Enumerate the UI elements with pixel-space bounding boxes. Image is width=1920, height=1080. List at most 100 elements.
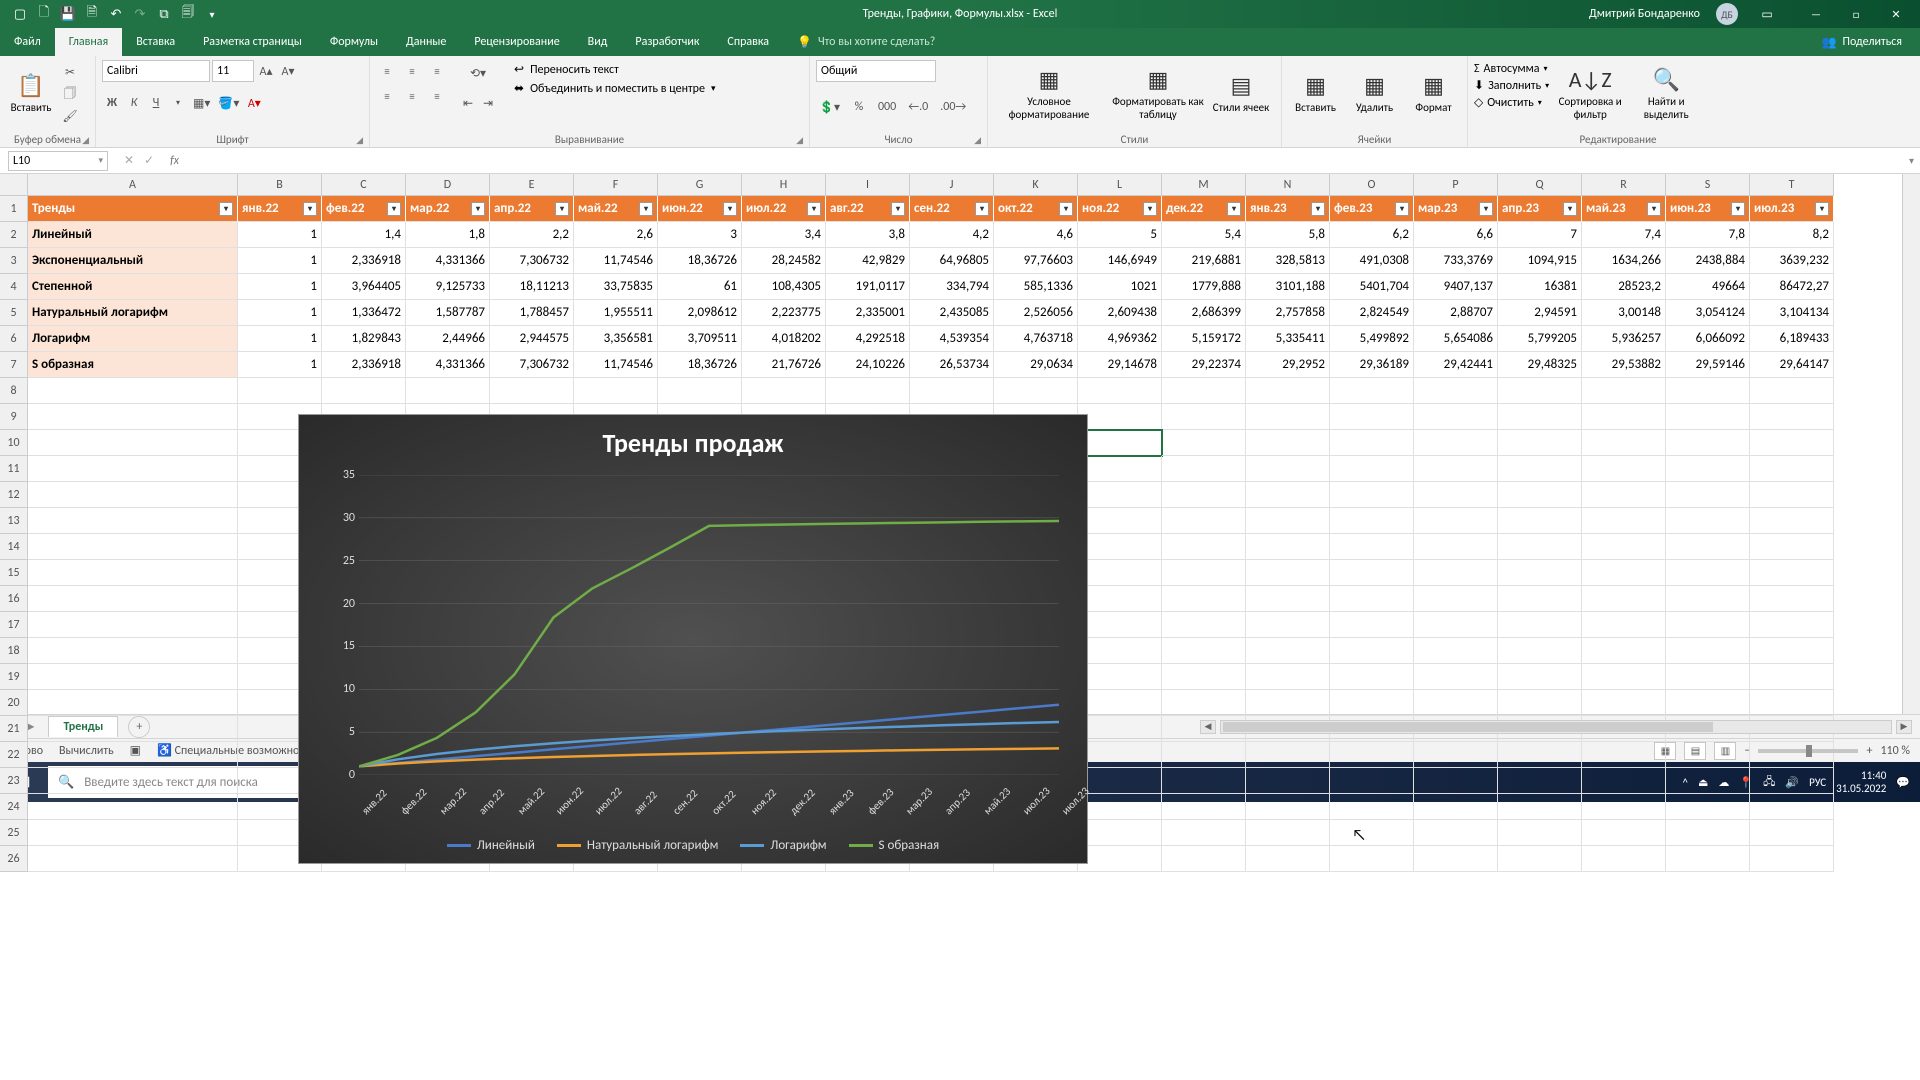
filter-dropdown-icon[interactable]: ▾ (471, 202, 485, 216)
filter-dropdown-icon[interactable]: ▾ (1227, 202, 1241, 216)
cell-A12[interactable] (28, 482, 238, 508)
cell-S20[interactable] (1666, 690, 1750, 716)
cell-F7[interactable]: 11,74546 (574, 352, 658, 378)
cell-J5[interactable]: 2,435085 (910, 300, 994, 326)
cell-C2[interactable]: 1,4 (322, 222, 406, 248)
row-header-8[interactable]: 8 (0, 378, 28, 404)
cell-E2[interactable]: 2,2 (490, 222, 574, 248)
cell-I4[interactable]: 191,0117 (826, 274, 910, 300)
filter-dropdown-icon[interactable]: ▾ (1647, 202, 1661, 216)
cell-S7[interactable]: 29,59146 (1666, 352, 1750, 378)
worksheet-grid[interactable]: ABCDEFGHIJKLMNOPQRST 1234567891011121314… (0, 174, 1920, 714)
format-painter-icon[interactable]: 🖌 (60, 106, 80, 126)
tab-layout[interactable]: Разметка страницы (189, 28, 316, 56)
cell-R5[interactable]: 3,00148 (1582, 300, 1666, 326)
cell-Q15[interactable] (1498, 560, 1582, 586)
cell-M23[interactable] (1162, 768, 1246, 794)
cell-R9[interactable] (1582, 404, 1666, 430)
cell-D2[interactable]: 1,8 (406, 222, 490, 248)
tab-data[interactable]: Данные (392, 28, 460, 56)
col-header-L[interactable]: L (1078, 174, 1162, 196)
cell-R7[interactable]: 29,53882 (1582, 352, 1666, 378)
cell-N19[interactable] (1246, 664, 1330, 690)
tab-developer[interactable]: Разработчик (621, 28, 713, 56)
cell-T17[interactable] (1750, 612, 1834, 638)
col-header-M[interactable]: M (1162, 174, 1246, 196)
increase-font-icon[interactable]: A▴ (256, 60, 276, 82)
cell-P24[interactable] (1414, 794, 1498, 820)
cell-F1[interactable]: май.22▾ (574, 196, 658, 222)
col-header-Q[interactable]: Q (1498, 174, 1582, 196)
cell-D5[interactable]: 1,587787 (406, 300, 490, 326)
cell-T8[interactable] (1750, 378, 1834, 404)
row-header-11[interactable]: 11 (0, 456, 28, 482)
row-header-1[interactable]: 1 (0, 196, 28, 222)
cell-N18[interactable] (1246, 638, 1330, 664)
indent-increase-icon[interactable]: ⇥ (478, 92, 498, 114)
cell-R16[interactable] (1582, 586, 1666, 612)
filter-dropdown-icon[interactable]: ▾ (1731, 202, 1745, 216)
cell-K4[interactable]: 585,1336 (994, 274, 1078, 300)
col-header-P[interactable]: P (1414, 174, 1498, 196)
percent-icon[interactable]: % (849, 96, 869, 118)
cell-E1[interactable]: апр.22▾ (490, 196, 574, 222)
cell-O18[interactable] (1330, 638, 1414, 664)
cell-H5[interactable]: 2,223775 (742, 300, 826, 326)
close-button[interactable]: ✕ (1876, 0, 1916, 28)
cell-P13[interactable] (1414, 508, 1498, 534)
cell-F3[interactable]: 11,74546 (574, 248, 658, 274)
cell-S18[interactable] (1666, 638, 1750, 664)
chart-object[interactable]: Тренды продаж 05101520253035 янв.22фев.2… (298, 414, 1088, 864)
tray-clock[interactable]: 11:4031.05.2022 (1836, 769, 1886, 795)
cell-L17[interactable] (1078, 612, 1162, 638)
format-table-button[interactable]: ▦Форматировать как таблицу (1108, 60, 1208, 126)
fill-button[interactable]: ⬇Заполнить▾ (1474, 78, 1549, 93)
tab-view[interactable]: Вид (574, 28, 622, 56)
cell-S13[interactable] (1666, 508, 1750, 534)
delete-cells-button[interactable]: ▦Удалить (1347, 60, 1402, 126)
namebox-dd-icon[interactable]: ▾ (98, 155, 103, 166)
cell-S6[interactable]: 6,066092 (1666, 326, 1750, 352)
row-header-3[interactable]: 3 (0, 248, 28, 274)
cell-P19[interactable] (1414, 664, 1498, 690)
col-header-E[interactable]: E (490, 174, 574, 196)
cell-R19[interactable] (1582, 664, 1666, 690)
filter-dropdown-icon[interactable]: ▾ (1563, 202, 1577, 216)
cell-A11[interactable] (28, 456, 238, 482)
enter-formula-icon[interactable]: ✓ (144, 153, 154, 168)
cell-S3[interactable]: 2438,884 (1666, 248, 1750, 274)
cell-N26[interactable] (1246, 846, 1330, 872)
cell-B3[interactable]: 1 (238, 248, 322, 274)
cell-A21[interactable] (28, 716, 238, 742)
cell-A22[interactable] (28, 742, 238, 768)
cell-B4[interactable]: 1 (238, 274, 322, 300)
cell-T6[interactable]: 6,189433 (1750, 326, 1834, 352)
orientation-icon[interactable]: ⟲▾ (458, 62, 498, 84)
cell-T15[interactable] (1750, 560, 1834, 586)
cell-M13[interactable] (1162, 508, 1246, 534)
cell-O3[interactable]: 491,0308 (1330, 248, 1414, 274)
row-header-25[interactable]: 25 (0, 820, 28, 846)
name-box[interactable]: L10▾ (8, 151, 108, 171)
find-select-button[interactable]: 🔍Найти и выделить (1631, 60, 1701, 126)
fx-icon[interactable]: fx (164, 154, 185, 168)
cell-B5[interactable]: 1 (238, 300, 322, 326)
col-header-B[interactable]: B (238, 174, 322, 196)
format-cells-button[interactable]: ▦Формат (1406, 60, 1461, 126)
tab-review[interactable]: Рецензирование (460, 28, 573, 56)
col-header-O[interactable]: O (1330, 174, 1414, 196)
cell-I5[interactable]: 2,335001 (826, 300, 910, 326)
cell-O20[interactable] (1330, 690, 1414, 716)
cell-O4[interactable]: 5401,704 (1330, 274, 1414, 300)
number-format-select[interactable] (816, 60, 936, 82)
cell-N22[interactable] (1246, 742, 1330, 768)
cell-Q9[interactable] (1498, 404, 1582, 430)
align-center-icon[interactable]: ≡ (401, 85, 423, 107)
cell-F2[interactable]: 2,6 (574, 222, 658, 248)
cell-Q20[interactable] (1498, 690, 1582, 716)
cell-H2[interactable]: 3,4 (742, 222, 826, 248)
cell-Q12[interactable] (1498, 482, 1582, 508)
cell-L5[interactable]: 2,609438 (1078, 300, 1162, 326)
cell-E3[interactable]: 7,306732 (490, 248, 574, 274)
cell-N9[interactable] (1246, 404, 1330, 430)
